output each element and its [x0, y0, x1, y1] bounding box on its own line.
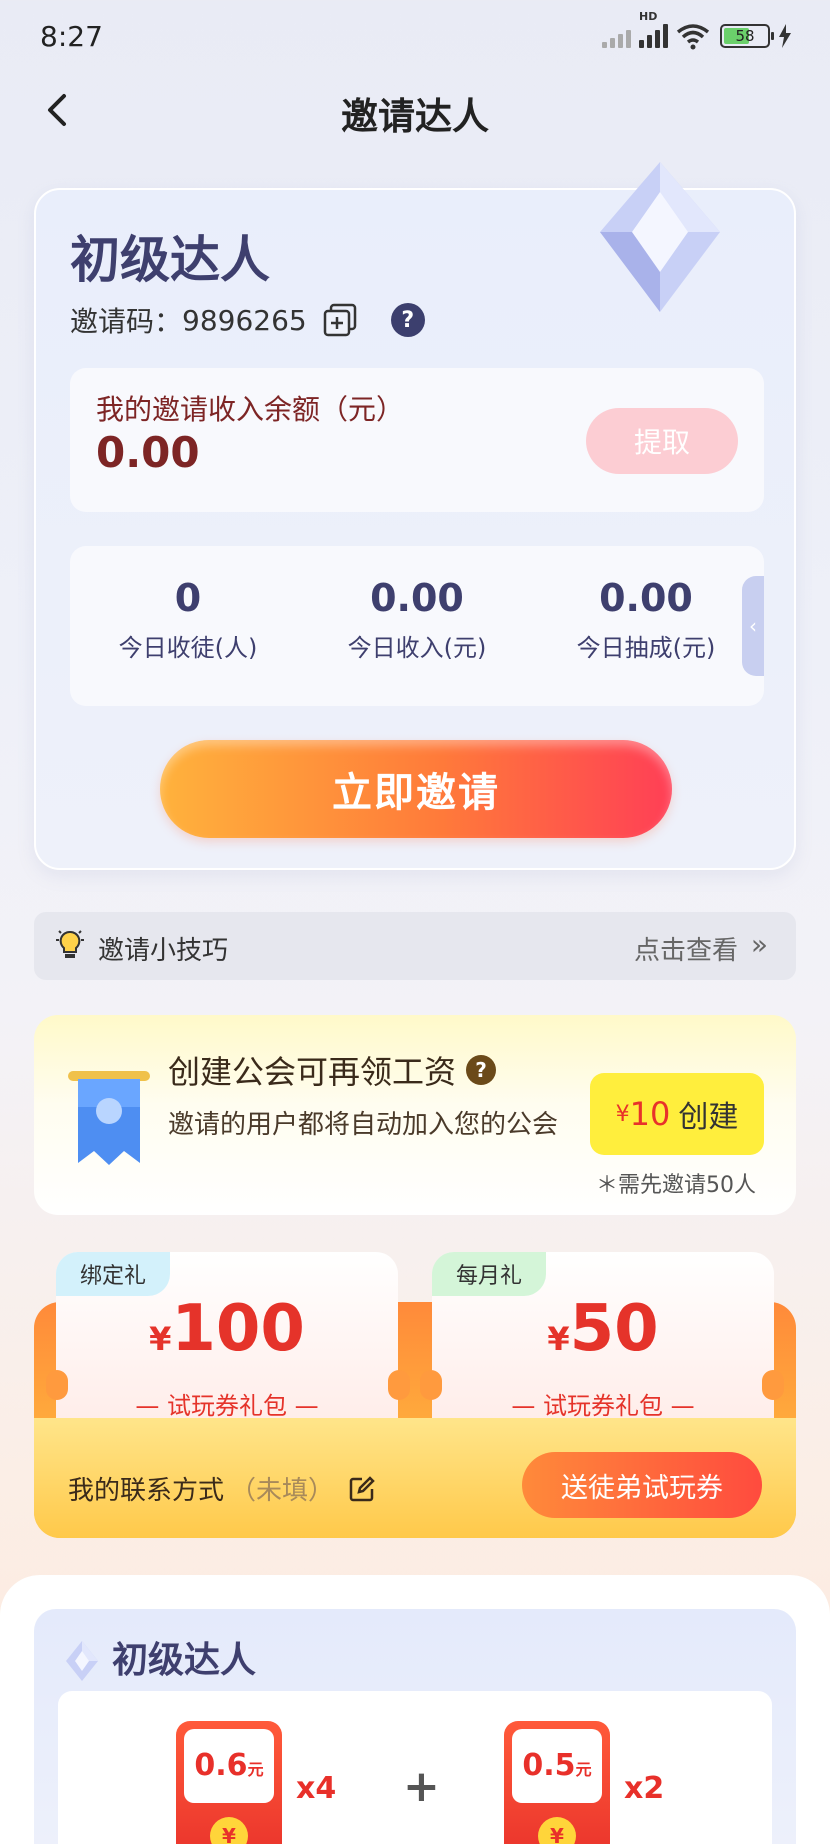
red-packet-value: 0.6: [194, 1748, 248, 1783]
invite-tips-bar[interactable]: 邀请小技巧 点击查看 »: [34, 912, 796, 980]
balance-value: 0.00: [96, 428, 200, 477]
stat-value: 0.00: [599, 576, 693, 620]
lightbulb-icon: [56, 930, 84, 958]
battery-icon: 58: [720, 24, 774, 48]
create-currency: ¥: [615, 1101, 630, 1127]
copy-icon[interactable]: [323, 303, 357, 337]
stat-today-disciples: 0 今日收徒(人): [88, 576, 288, 663]
coin-icon: ¥: [538, 1817, 576, 1844]
invite-now-button[interactable]: 立即邀请: [160, 740, 672, 838]
create-label: 创建: [678, 1100, 739, 1135]
chevron-left-icon[interactable]: ‹: [742, 576, 764, 676]
guild-banner-icon: [68, 1071, 150, 1165]
reward-multiplier: x2: [624, 1771, 665, 1806]
red-packet-face: 0.6元: [184, 1729, 274, 1803]
plus-icon: +: [403, 1761, 440, 1812]
coupon-price: ¥50: [432, 1292, 774, 1366]
red-packet-unit: 元: [247, 1760, 264, 1779]
guild-description: 邀请的用户都将自动加入您的公会: [168, 1110, 559, 1140]
help-icon[interactable]: ?: [466, 1055, 497, 1085]
balance-panel: 我的邀请收入余额（元） 0.00 提取: [70, 368, 764, 512]
status-icons: HD 58: [602, 10, 792, 50]
contact-label: 我的联系方式: [68, 1476, 225, 1506]
coupon-notch: [388, 1370, 410, 1400]
help-icon[interactable]: ?: [390, 303, 425, 337]
guild-card: 创建公会可再领工资 ? 邀请的用户都将自动加入您的公会 ¥ 10 创建 ＊需先邀…: [34, 1015, 796, 1215]
balance-label: 我的邀请收入余额（元）: [96, 393, 405, 426]
coupon-subtitle: — 试玩券礼包 —: [135, 1392, 319, 1420]
level-title: 初级达人: [70, 231, 270, 289]
red-packet-face: 0.5元: [512, 1729, 602, 1803]
invite-code-row: 邀请码： 9896265 ?: [70, 300, 425, 340]
tips-link[interactable]: 点击查看: [634, 930, 738, 967]
coupon-currency: ¥: [149, 1320, 172, 1358]
coupon-currency: ¥: [547, 1320, 570, 1358]
rewards-panel: 0.6元 ¥ x4 + 0.5元 ¥ x2: [58, 1691, 772, 1844]
stat-label: 今日抽成(元): [576, 634, 716, 662]
edit-icon[interactable]: [348, 1475, 376, 1503]
coupon-notch: [762, 1370, 784, 1400]
tips-label: 邀请小技巧: [98, 936, 229, 966]
red-packet-unit: 元: [575, 1760, 592, 1779]
coupon-tag: 每月礼: [432, 1252, 547, 1296]
coupon-price: ¥100: [56, 1292, 398, 1366]
status-time: 8:27: [40, 20, 103, 53]
coupon-subtitle: — 试玩券礼包 —: [511, 1392, 695, 1420]
guild-title-row: 创建公会可再领工资 ?: [168, 1047, 497, 1093]
stats-panel: 0 今日收徒(人) 0.00 今日收入(元) 0.00 今日抽成(元) ‹: [70, 546, 764, 706]
contact-status: （未填）: [230, 1476, 335, 1506]
send-coupon-button[interactable]: 送徒弟试玩券: [522, 1452, 762, 1518]
double-chevron-right-icon: »: [750, 928, 768, 961]
reward-multiplier: x4: [296, 1771, 337, 1806]
red-packet: 0.6元 ¥: [176, 1721, 282, 1844]
create-guild-button[interactable]: ¥ 10 创建: [590, 1073, 764, 1155]
battery-level: 58: [735, 27, 755, 45]
diamond-icon: [66, 1641, 98, 1681]
stat-label: 今日收徒(人): [118, 634, 258, 662]
stat-value: 0.00: [370, 576, 464, 620]
coupon-amount: 50: [569, 1292, 659, 1366]
hd-badge: HD: [639, 10, 658, 23]
coupon-notch: [420, 1370, 442, 1400]
red-packet-value: 0.5: [522, 1748, 576, 1783]
signal-2-icon: HD: [639, 10, 668, 48]
coin-icon: ¥: [210, 1817, 248, 1844]
guild-requirement-note: ＊需先邀请50人: [596, 1173, 756, 1198]
stat-value: 0: [174, 576, 202, 620]
red-packet: 0.5元 ¥: [504, 1721, 610, 1844]
withdraw-button[interactable]: 提取: [586, 408, 738, 474]
status-bar: 8:27 HD 58: [0, 0, 830, 76]
wifi-icon: [676, 24, 710, 50]
level-section-title: 初级达人: [112, 1640, 257, 1681]
page-title: 邀请达人: [341, 95, 489, 138]
level-card: 初级达人 邀请码： 9896265 ? 我的邀请收入余额（元） 0.00 提取 …: [34, 162, 796, 870]
signal-1-icon: [602, 24, 631, 48]
diamond-gem-icon: [600, 162, 720, 312]
invite-code-label: 邀请码：: [70, 305, 183, 338]
contact-info-row[interactable]: 我的联系方式 （未填）: [68, 1470, 376, 1507]
coupon-tag: 绑定礼: [56, 1252, 171, 1296]
gift-coupons-area: 绑定礼 ¥100 — 试玩券礼包 — 每月礼 ¥50 — 试玩券礼包 — 我的联…: [34, 1252, 796, 1538]
charging-icon: [779, 24, 791, 48]
create-amount: 10: [629, 1095, 671, 1133]
stat-today-commission: 0.00 今日抽成(元): [546, 576, 746, 663]
invite-code-value: 9896265: [182, 303, 307, 337]
coupon-amount: 100: [171, 1292, 305, 1366]
stat-label: 今日收入(元): [347, 634, 487, 662]
coupon-notch: [46, 1370, 68, 1400]
level-rewards-card: 初级达人 0.6元 ¥ x4 + 0.5元 ¥ x2: [34, 1609, 796, 1844]
level-rewards-sheet: 初级达人 0.6元 ¥ x4 + 0.5元 ¥ x2: [0, 1575, 830, 1844]
nav-bar: 邀请达人: [0, 76, 830, 142]
guild-title: 创建公会可再领工资: [168, 1053, 457, 1091]
stat-today-income: 0.00 今日收入(元): [317, 576, 517, 663]
